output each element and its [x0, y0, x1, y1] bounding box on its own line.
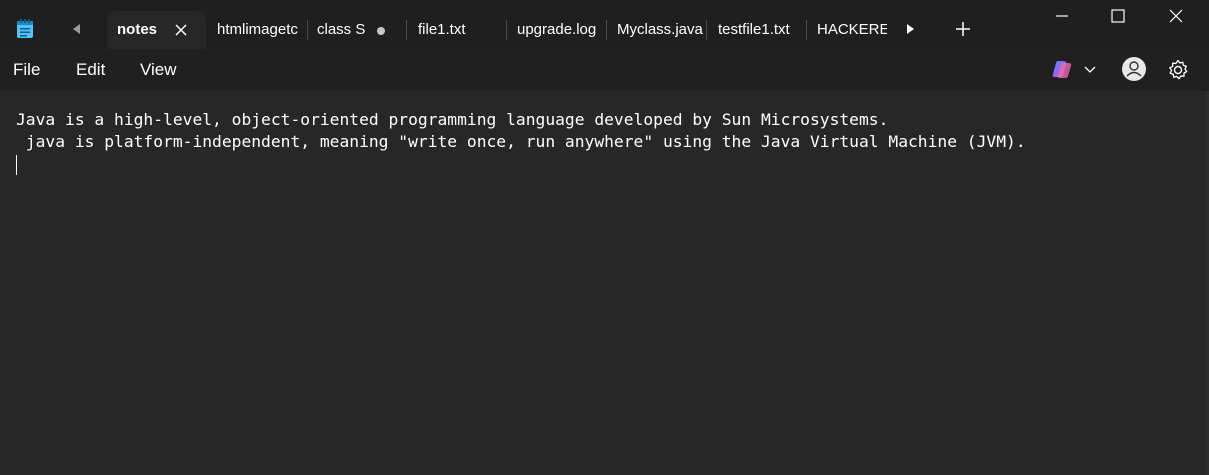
tab-divider — [307, 20, 308, 40]
tab-hackerea[interactable]: HACKEREA — [817, 11, 887, 49]
tab-divider — [506, 20, 507, 40]
tab-divider — [406, 20, 407, 40]
menu-edit[interactable]: Edit — [76, 49, 105, 91]
close-icon[interactable] — [175, 24, 187, 36]
tab-class-s[interactable]: class S — [317, 11, 393, 49]
minimize-button[interactable] — [1039, 0, 1085, 32]
tab-notes[interactable]: notes — [107, 11, 206, 49]
text-caret — [16, 155, 17, 175]
tab-myclass-java[interactable]: Myclass.java — [617, 11, 703, 49]
gear-icon[interactable] — [1167, 59, 1189, 81]
copilot-icon[interactable] — [1051, 59, 1073, 79]
maximize-icon — [1111, 9, 1125, 23]
tab-label: Myclass.java — [617, 21, 703, 38]
tab-label: notes — [117, 21, 158, 38]
close-window-icon — [1169, 9, 1183, 23]
close-window-button[interactable] — [1153, 0, 1199, 32]
tab-upgrade-log[interactable]: upgrade.log — [517, 11, 603, 49]
chevron-down-icon[interactable] — [1083, 62, 1097, 76]
tab-testfile1[interactable]: testfile1.txt — [718, 11, 802, 49]
tab-label: class S — [317, 21, 366, 38]
title-bar: notes htmlimagetc class S file1.txt upgr… — [0, 0, 1209, 49]
scroll-left-icon[interactable] — [70, 22, 84, 36]
tab-htmlimagetc[interactable]: htmlimagetc — [217, 11, 301, 49]
tab-label: htmlimagetc — [217, 21, 298, 38]
tab-file1[interactable]: file1.txt — [418, 11, 498, 49]
editor-line-1: Java is a high-level, object-oriented pr… — [16, 110, 889, 129]
tab-divider — [706, 20, 707, 40]
tab-divider — [806, 20, 807, 40]
scroll-right-icon[interactable] — [903, 22, 917, 36]
text-editor[interactable]: Java is a high-level, object-oriented pr… — [0, 91, 1209, 475]
notepad-icon — [17, 19, 33, 38]
menu-view[interactable]: View — [140, 49, 177, 91]
tab-divider — [606, 20, 607, 40]
unsaved-dot-icon — [377, 27, 385, 35]
minimize-icon — [1056, 15, 1068, 17]
menu-file[interactable]: File — [13, 49, 40, 91]
tab-label: upgrade.log — [517, 21, 597, 38]
menu-bar: File Edit View — [0, 49, 1209, 91]
tab-label: testfile1.txt — [718, 21, 790, 38]
avatar-icon[interactable] — [1122, 57, 1146, 81]
tab-label: file1.txt — [418, 21, 466, 38]
plus-icon[interactable] — [956, 22, 970, 36]
editor-line-2: java is platform-independent, meaning "w… — [16, 132, 1026, 151]
tab-label: HACKEREA — [817, 21, 887, 38]
maximize-button[interactable] — [1095, 0, 1141, 32]
